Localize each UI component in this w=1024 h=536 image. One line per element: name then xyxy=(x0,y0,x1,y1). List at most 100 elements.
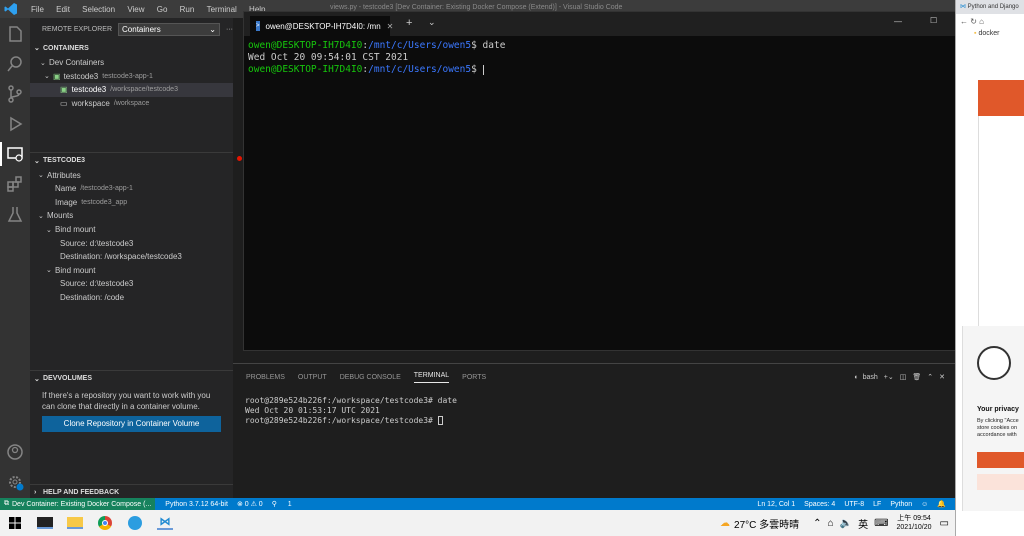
accept-cookies-button[interactable] xyxy=(977,452,1024,468)
clone-repository-button[interactable]: Clone Repository in Container Volume xyxy=(42,416,221,433)
cookie-settings-button[interactable] xyxy=(977,474,1024,490)
python-interpreter[interactable]: Python 3.7.12 64-bit xyxy=(165,501,228,508)
mounts-group[interactable]: ⌄ Mounts xyxy=(30,209,233,223)
folder-connected-icon: ▣ xyxy=(60,85,68,95)
terminal-app-icon[interactable] xyxy=(30,510,60,536)
settings-gear-icon[interactable] xyxy=(5,472,25,492)
terminal-line-2: Wed Oct 20 01:53:17 UTC 2021 xyxy=(245,406,380,415)
windows-start-icon[interactable] xyxy=(0,510,30,536)
notification-center-icon[interactable]: ▭ xyxy=(940,518,949,529)
bind1-destination[interactable]: Destination: /workspace/testcode3 xyxy=(30,250,233,264)
breakpoint-icon[interactable] xyxy=(237,156,242,161)
menu-run[interactable]: Run xyxy=(180,5,195,14)
back-icon[interactable]: ← xyxy=(960,17,968,26)
attribute-image-row[interactable]: Image testcode3_app xyxy=(30,196,233,210)
reload-icon[interactable]: ↻ xyxy=(970,17,977,26)
new-terminal-icon[interactable]: +⌄ xyxy=(884,373,894,381)
ports-indicator[interactable]: ⚲ 1 xyxy=(272,500,301,508)
tab-ports[interactable]: PORTS xyxy=(462,374,486,381)
menu-edit[interactable]: Edit xyxy=(56,5,70,14)
shell-name[interactable]: bash xyxy=(863,374,878,381)
tab-debug-console[interactable]: DEBUG CONSOLE xyxy=(340,374,401,381)
run-debug-icon[interactable] xyxy=(5,114,25,134)
wt-cursor xyxy=(482,64,484,75)
folder-item-testcode3[interactable]: ▣ testcode3/workspace/testcode3 xyxy=(30,83,233,97)
chevron-right-icon: › xyxy=(34,489,37,496)
volume-icon[interactable]: 🔈 xyxy=(840,518,852,529)
search-icon[interactable] xyxy=(5,54,25,74)
file-explorer-icon[interactable] xyxy=(60,510,90,536)
close-tab-icon[interactable]: ✕ xyxy=(387,22,394,31)
chevron-up-icon[interactable]: ⌃ xyxy=(927,373,933,381)
more-actions-icon[interactable]: ··· xyxy=(226,26,233,33)
extensions-icon[interactable] xyxy=(5,174,25,194)
attributes-group[interactable]: ⌄ Attributes xyxy=(30,168,233,182)
bind2-source[interactable]: Source: d:\testcode3 xyxy=(30,277,233,291)
clock[interactable]: 上午 09:54 2021/10/20 xyxy=(897,514,932,532)
container-item[interactable]: ⌄ ▣ testcode3 testcode3-app-1 xyxy=(30,70,233,84)
folder1-label: testcode3 xyxy=(71,85,107,95)
menu-go[interactable]: Go xyxy=(157,5,168,14)
wt-line-3[interactable]: owen@DESKTOP-IH7D4I0:/mnt/c/Users/owen5$ xyxy=(244,64,975,76)
bind1-source[interactable]: Source: d:\testcode3 xyxy=(30,236,233,250)
explorer-icon[interactable] xyxy=(5,24,25,44)
remote-type-select[interactable]: Containers ⌄ xyxy=(118,22,220,36)
tab-dropdown-icon[interactable]: ⌄ xyxy=(428,17,436,28)
account-icon[interactable] xyxy=(5,442,25,462)
source-control-icon[interactable] xyxy=(5,84,25,104)
remote-indicator[interactable]: ⧉ Dev Container: Existing Docker Compose … xyxy=(0,498,156,510)
details-section-header[interactable]: ⌄ TESTCODE3 xyxy=(30,152,233,168)
testing-icon[interactable] xyxy=(5,204,25,224)
input-method[interactable]: 英 xyxy=(858,516,868,531)
split-terminal-icon[interactable]: ◫ xyxy=(900,373,907,381)
keyboard-icon[interactable]: ⌨ xyxy=(874,518,888,529)
feedback-icon[interactable]: ☺ xyxy=(921,501,928,508)
chrome-icon[interactable] xyxy=(90,510,120,536)
devvolumes-section-header[interactable]: ⌄ DEVVOLUMES xyxy=(30,370,233,386)
tray-chevron-icon[interactable]: ⌃ xyxy=(813,518,821,529)
folder-item-workspace[interactable]: ▭ workspace/workspace xyxy=(30,97,233,111)
windows-taskbar: ⋈ ☁ 27°C 多雲時晴 ⌃ ⌂ 🔈 英 ⌨ 上午 09:54 2021/10/… xyxy=(0,510,955,536)
cursor-position[interactable]: Ln 12, Col 1 xyxy=(757,501,795,508)
bind-mount-2[interactable]: ⌄ Bind mount xyxy=(30,264,233,278)
minimize-icon[interactable]: — xyxy=(894,17,902,26)
tab-terminal[interactable]: TERMINAL xyxy=(413,372,450,383)
problems-count[interactable]: ⊗ 0 ⚠ 0 xyxy=(237,500,263,508)
bind2-label: Bind mount xyxy=(55,265,96,275)
tab-output[interactable]: OUTPUT xyxy=(298,374,327,381)
dev-containers-group[interactable]: ⌄ Dev Containers xyxy=(30,56,233,70)
vscode-taskbar-icon[interactable]: ⋈ xyxy=(150,510,180,536)
maximize-icon[interactable]: ☐ xyxy=(930,16,937,25)
menu-selection[interactable]: Selection xyxy=(82,5,115,14)
tab-problems[interactable]: PROBLEMS xyxy=(246,374,285,381)
browser-tab[interactable]: ⋈ Python and Django xyxy=(956,0,1024,14)
language-mode[interactable]: Python xyxy=(890,501,912,508)
clock-date: 2021/10/20 xyxy=(896,524,932,531)
trash-icon[interactable]: 🗑 xyxy=(912,373,921,381)
network-icon[interactable]: ⌂ xyxy=(828,518,834,529)
end-of-line[interactable]: LF xyxy=(873,501,881,508)
containers-section-header[interactable]: ⌄ CONTAINERS xyxy=(30,40,233,56)
weather-widget[interactable]: 27°C 多雲時晴 xyxy=(734,516,799,531)
menu-view[interactable]: View xyxy=(127,5,144,14)
menu-file[interactable]: File xyxy=(31,5,44,14)
container-running-icon: ▣ xyxy=(53,71,61,81)
terminal-tab[interactable]: > owen@DESKTOP-IH7D4I0: /mn ✕ xyxy=(250,16,393,36)
attribute-name-row[interactable]: Name/testcode3-app-1 xyxy=(30,182,233,196)
bind2-destination[interactable]: Destination: /code xyxy=(30,291,233,305)
folder2-path: /workspace xyxy=(113,100,150,108)
encoding[interactable]: UTF-8 xyxy=(844,501,864,508)
terminal-line-3[interactable]: root@289e524b226f:/workspace/testcode3# xyxy=(245,416,955,426)
close-icon[interactable]: ✕ xyxy=(939,373,945,381)
notifications-icon[interactable]: 🔔 xyxy=(937,500,946,508)
messenger-icon[interactable] xyxy=(120,510,150,536)
menu-terminal[interactable]: Terminal xyxy=(207,5,237,14)
new-tab-icon[interactable]: + xyxy=(406,17,412,29)
indentation[interactable]: Spaces: 4 xyxy=(804,501,835,508)
bind-mount-1[interactable]: ⌄ Bind mount xyxy=(30,223,233,237)
remote-explorer-icon[interactable] xyxy=(5,144,25,164)
folder-icon: ▭ xyxy=(60,99,68,109)
bookmark-docker[interactable]: ▪ docker xyxy=(956,30,1024,44)
windows-terminal-window[interactable]: > owen@DESKTOP-IH7D4I0: /mn ✕ + ⌄ — ☐ ✕ … xyxy=(243,11,976,351)
home-icon[interactable]: ⌂ xyxy=(979,17,984,26)
